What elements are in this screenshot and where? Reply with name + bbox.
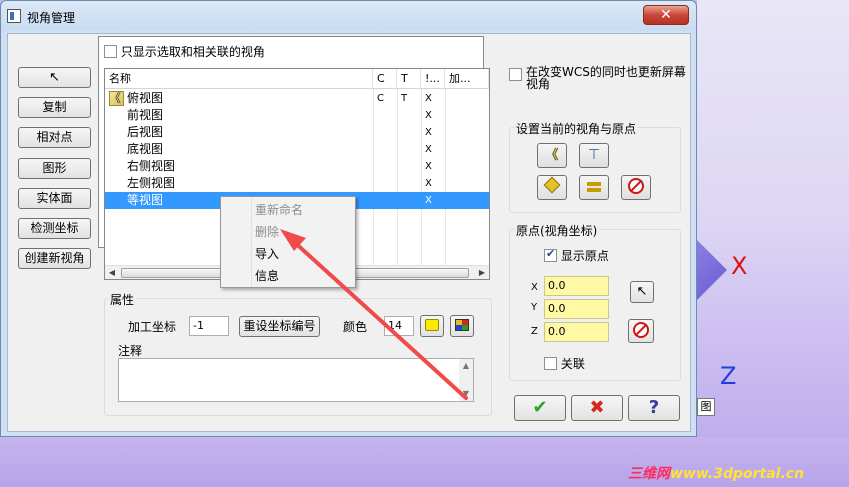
annotation-arrow-icon (280, 229, 468, 400)
